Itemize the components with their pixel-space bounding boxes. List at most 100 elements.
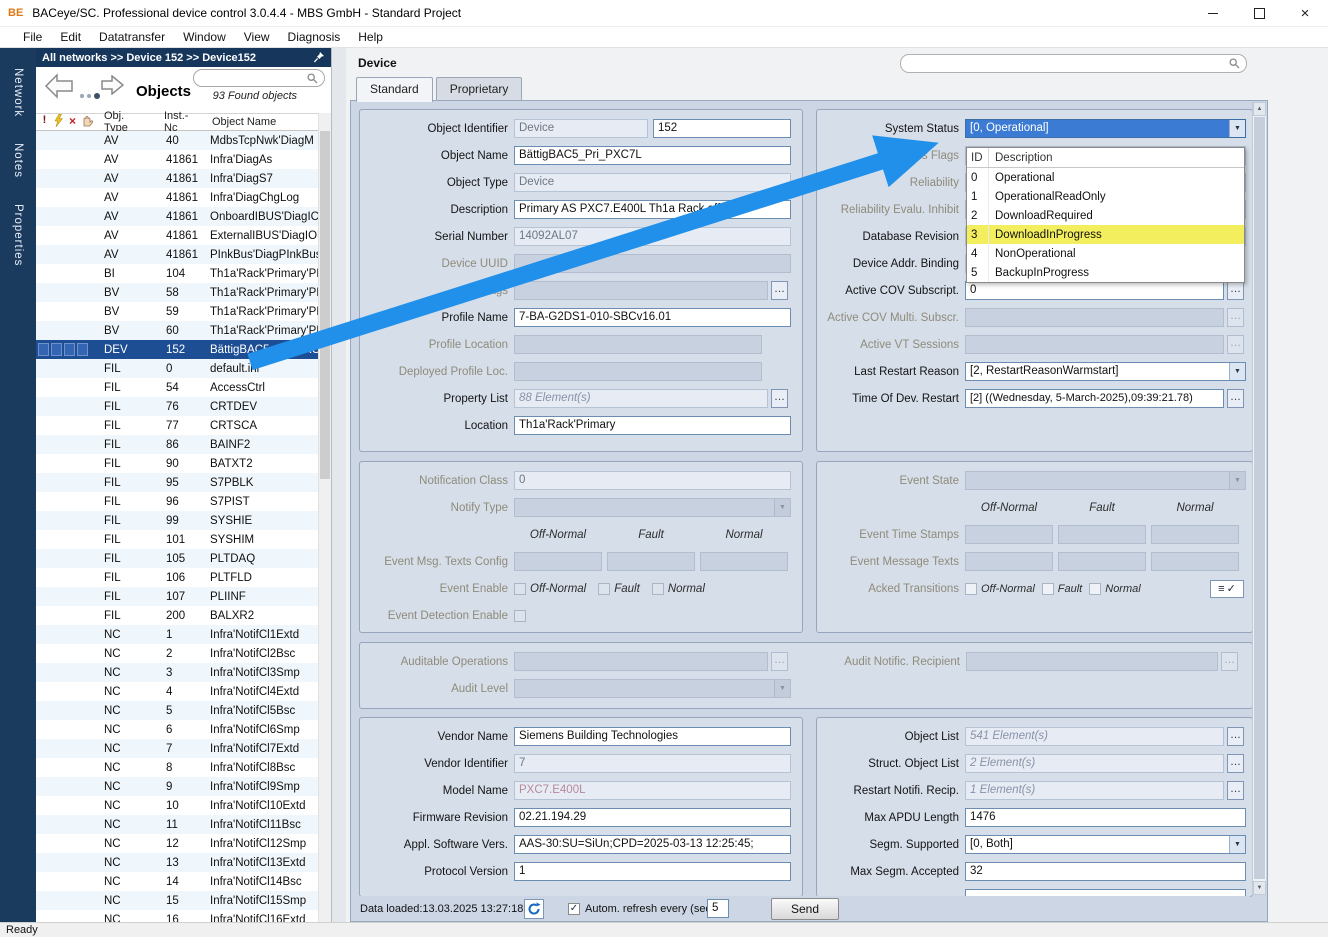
object-list-field[interactable]: 541 Element(s) bbox=[965, 727, 1224, 746]
restart-recipients-field[interactable]: 1 Element(s) bbox=[965, 781, 1224, 800]
active-cov-browse-button[interactable]: … bbox=[1227, 281, 1244, 300]
delete-filter-icon[interactable]: × bbox=[66, 114, 79, 130]
scrollbar-thumb[interactable] bbox=[1254, 117, 1265, 879]
object-table-row[interactable]: NC 9 Infra'NotifCl9Smp bbox=[36, 777, 318, 796]
object-table-row[interactable]: NC 14 Infra'NotifCl14Bsc bbox=[36, 872, 318, 891]
dropdown-option[interactable]: 4 NonOperational bbox=[967, 244, 1244, 263]
scroll-down-button[interactable]: ▼ bbox=[1253, 881, 1266, 895]
object-table-row[interactable]: FIL 96 S7PIST bbox=[36, 492, 318, 511]
firmware-revision-field[interactable]: 02.21.194.29 bbox=[514, 808, 791, 827]
device-panel-scrollbar[interactable]: ▲ ▼ bbox=[1252, 102, 1266, 895]
object-table-row[interactable]: FIL 107 PLIINF bbox=[36, 587, 318, 606]
object-table-scrollbar[interactable] bbox=[318, 113, 331, 922]
object-table-row[interactable]: BV 59 Th1a'Rack'Primary'PI bbox=[36, 302, 318, 321]
forward-arrow-button[interactable] bbox=[100, 75, 124, 98]
object-table-row[interactable]: BV 60 Th1a'Rack'Primary'PI bbox=[36, 321, 318, 340]
object-table-row[interactable]: NC 1 Infra'NotifCl1Extd bbox=[36, 625, 318, 644]
object-table-row[interactable]: NC 15 Infra'NotifCl15Smp bbox=[36, 891, 318, 910]
description-field[interactable]: Primary AS PXC7.E400L Th1a Rack office bbox=[514, 200, 791, 219]
object-table-row[interactable]: AV 4186113 Infra'DiagChgLog bbox=[36, 188, 318, 207]
close-button[interactable]: × bbox=[1282, 0, 1328, 26]
vendor-identifier-field[interactable]: 7 bbox=[514, 754, 791, 773]
restart-recipients-browse-button[interactable]: … bbox=[1227, 781, 1244, 800]
object-type-field[interactable]: Device bbox=[514, 173, 791, 192]
tab-standard[interactable]: Standard bbox=[356, 77, 433, 102]
dropdown-option[interactable]: 2 DownloadRequired bbox=[967, 206, 1244, 225]
menu-item[interactable]: File bbox=[14, 28, 51, 46]
object-table-row[interactable]: FIL 95 S7PBLK bbox=[36, 473, 318, 492]
object-table-row[interactable]: DEV 152 BättigBAC5_Pri_PXC7 bbox=[36, 340, 318, 359]
object-identifier-instance-field[interactable]: 152 bbox=[653, 119, 791, 138]
dropdown-option[interactable]: 1 OperationalReadOnly bbox=[967, 187, 1244, 206]
scrollbar-thumb[interactable] bbox=[320, 131, 330, 479]
segmentation-supported-combo[interactable]: [0, Both] ▼ bbox=[965, 835, 1246, 854]
protocol-version-field[interactable]: 1 bbox=[514, 862, 791, 881]
objects-search-input[interactable] bbox=[193, 69, 325, 87]
pin-icon[interactable] bbox=[313, 51, 325, 64]
dropdown-option[interactable]: 0 Operational bbox=[967, 168, 1244, 187]
object-table-row[interactable]: AV 40 MdbsTcpNwk'DiagM bbox=[36, 131, 318, 150]
side-tab[interactable]: Network bbox=[12, 62, 24, 123]
property-list-browse-button[interactable]: … bbox=[771, 389, 788, 408]
object-table-row[interactable]: NC 5 Infra'NotifCl5Bsc bbox=[36, 701, 318, 720]
hand-filter-icon[interactable] bbox=[80, 114, 93, 130]
object-table-row[interactable]: FIL 101 SYSHIM bbox=[36, 530, 318, 549]
time-of-restart-field[interactable]: [2] ((Wednesday, 5-March-2025),09:39:21.… bbox=[965, 389, 1224, 408]
object-table-row[interactable]: FIL 54 AccessCtrl bbox=[36, 378, 318, 397]
menu-item[interactable]: View bbox=[235, 28, 279, 46]
object-table-row[interactable]: AV 4186111 Infra'DiagAs bbox=[36, 150, 318, 169]
maximize-button[interactable] bbox=[1236, 0, 1282, 26]
object-table-row[interactable]: NC 12 Infra'NotifCl12Smp bbox=[36, 834, 318, 853]
minimize-button[interactable] bbox=[1190, 0, 1236, 26]
object-table-row[interactable]: FIL 99 SYSHIE bbox=[36, 511, 318, 530]
side-tab[interactable]: Properties bbox=[12, 198, 24, 272]
menu-item[interactable]: Help bbox=[349, 28, 392, 46]
object-table-row[interactable]: BV 58 Th1a'Rack'Primary'PI bbox=[36, 283, 318, 302]
object-table-row[interactable]: AV 4186114 OnboardIBUS'DiagIC bbox=[36, 207, 318, 226]
object-table-row[interactable]: AV 4186112 Infra'DiagS7 bbox=[36, 169, 318, 188]
object-table-row[interactable]: NC 7 Infra'NotifCl7Extd bbox=[36, 739, 318, 758]
object-table-row[interactable]: NC 2 Infra'NotifCl2Bsc bbox=[36, 644, 318, 663]
object-table-row[interactable]: NC 8 Infra'NotifCl8Bsc bbox=[36, 758, 318, 777]
chevron-down-icon[interactable]: ▼ bbox=[1229, 363, 1245, 380]
object-identifier-type-field[interactable]: Device bbox=[514, 119, 648, 138]
column-object-name[interactable]: Object Name bbox=[200, 116, 318, 128]
object-table-row[interactable]: FIL 106 PLTFLD bbox=[36, 568, 318, 587]
struct-object-list-browse-button[interactable]: … bbox=[1227, 754, 1244, 773]
object-table-row[interactable]: FIL 77 CRTSCA bbox=[36, 416, 318, 435]
send-button[interactable]: Send bbox=[771, 898, 839, 920]
device-search-input[interactable] bbox=[900, 54, 1247, 73]
model-name-field[interactable]: PXC7.E400L bbox=[514, 781, 791, 800]
menu-item[interactable]: Datatransfer bbox=[90, 28, 174, 46]
object-table-row[interactable]: FIL 90 BATXT2 bbox=[36, 454, 318, 473]
max-segments-field[interactable]: 32 bbox=[965, 862, 1246, 881]
menu-item[interactable]: Window bbox=[174, 28, 235, 46]
object-table-row[interactable]: FIL 0 default.ini bbox=[36, 359, 318, 378]
object-table-row[interactable]: FIL 200 BALXR2 bbox=[36, 606, 318, 625]
vendor-name-field[interactable]: Siemens Building Technologies bbox=[514, 727, 791, 746]
object-table-row[interactable]: AV 4186116 PInkBus'DiagPInkBus bbox=[36, 245, 318, 264]
menu-item[interactable]: Edit bbox=[51, 28, 90, 46]
object-table-row[interactable]: NC 11 Infra'NotifCl11Bsc bbox=[36, 815, 318, 834]
location-field[interactable]: Th1a'Rack'Primary bbox=[514, 416, 791, 435]
active-cov-field[interactable]: 0 bbox=[965, 281, 1224, 300]
object-table-row[interactable]: NC 3 Infra'NotifCl3Smp bbox=[36, 663, 318, 682]
tags-browse-button[interactable]: … bbox=[771, 281, 788, 300]
system-status-combo[interactable]: [0, Operational] ▼ bbox=[965, 119, 1246, 138]
struct-object-list-field[interactable]: 2 Element(s) bbox=[965, 754, 1224, 773]
last-restart-combo[interactable]: [2, RestartReasonWarmstart] ▼ bbox=[965, 362, 1246, 381]
profile-name-field[interactable]: 7-BA-G2DS1-010-SBCv16.01 bbox=[514, 308, 791, 327]
autorefresh-checkbox[interactable]: ✓ bbox=[568, 903, 580, 915]
dropdown-option[interactable]: 3 DownloadInProgress bbox=[967, 225, 1244, 244]
object-table-row[interactable]: NC 4 Infra'NotifCl4Extd bbox=[36, 682, 318, 701]
refresh-button[interactable] bbox=[524, 899, 544, 919]
dropdown-option[interactable]: 5 BackupInProgress bbox=[967, 263, 1244, 282]
side-tab[interactable]: Notes bbox=[12, 137, 24, 184]
object-table-row[interactable]: FIL 76 CRTDEV bbox=[36, 397, 318, 416]
serial-number-field[interactable]: 14092AL07 bbox=[514, 227, 791, 246]
object-table-row[interactable]: BI 104 Th1a'Rack'Primary'PI bbox=[36, 264, 318, 283]
object-name-field[interactable]: BättigBAC5_Pri_PXC7L bbox=[514, 146, 791, 165]
object-table-row[interactable]: FIL 105 PLTDAQ bbox=[36, 549, 318, 568]
autorefresh-interval-field[interactable]: 5 bbox=[707, 899, 729, 918]
property-list-field[interactable]: 88 Element(s) bbox=[514, 389, 768, 408]
